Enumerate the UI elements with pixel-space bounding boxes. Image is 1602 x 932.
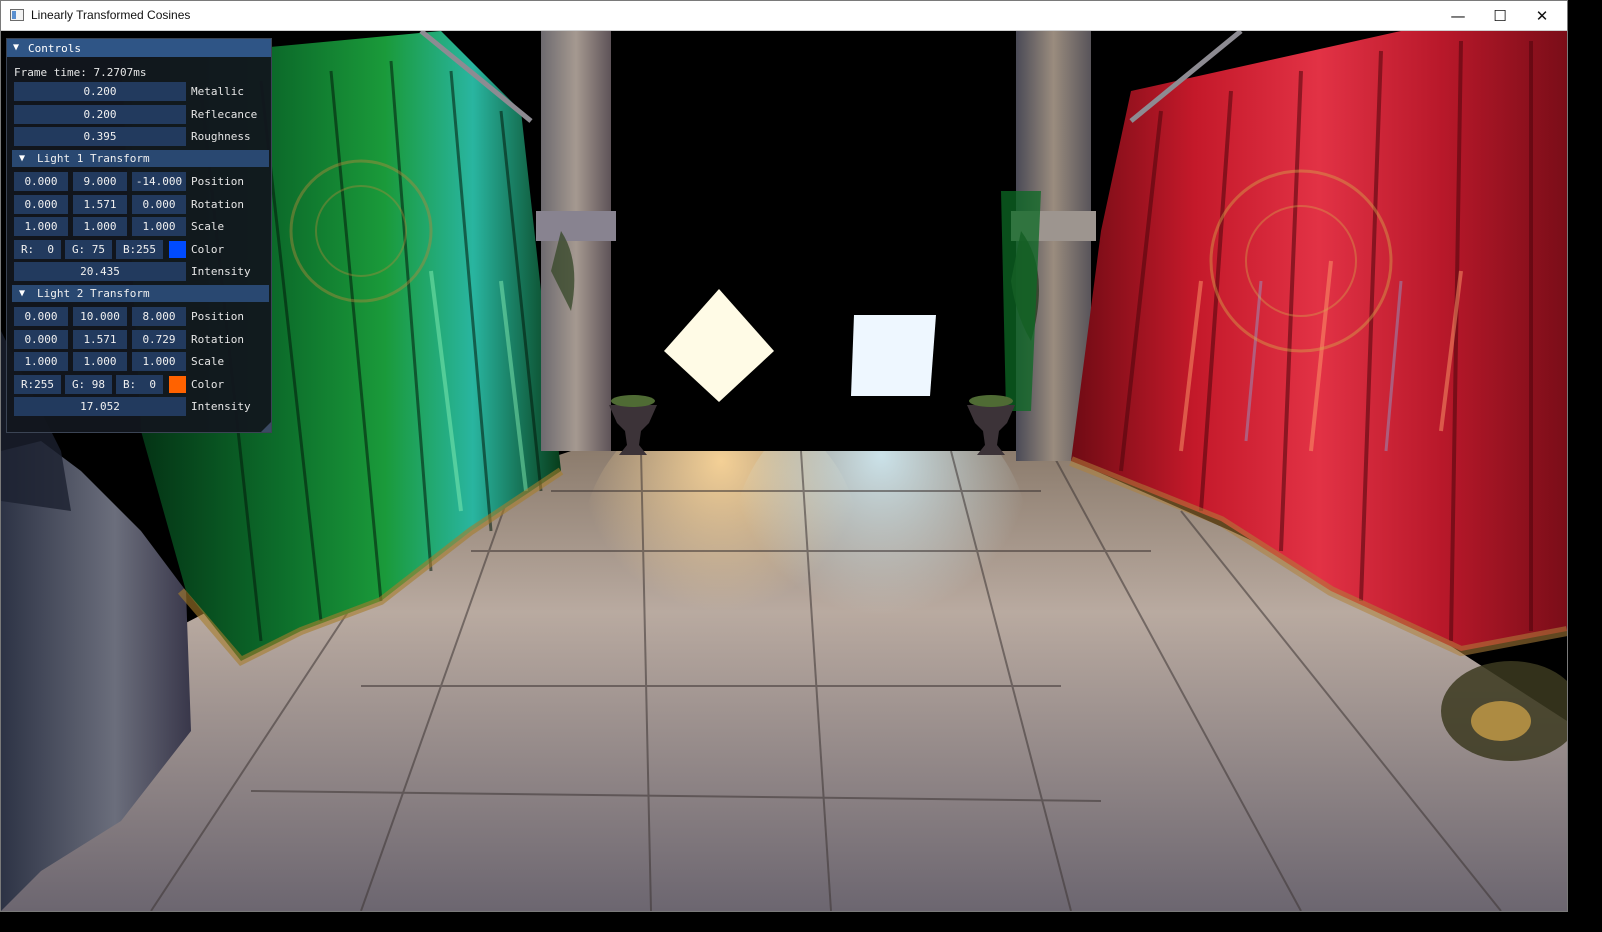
light-1-color-g[interactable]: G: 75 — [65, 240, 112, 259]
light-1-color-r[interactable]: R: 0 — [14, 240, 61, 259]
reflectance-label: Reflecance — [191, 108, 258, 121]
light-1-transform-header[interactable]: ▼ Light 1 Transform — [12, 150, 269, 167]
light-1-position-label: Position — [191, 175, 244, 188]
light-2-rotation-label: Rotation — [191, 333, 244, 346]
light-1-intensity-label: Intensity — [191, 265, 251, 278]
reflectance-field[interactable]: 0.200 — [14, 105, 186, 124]
light-2-position-z[interactable]: 8.000 — [132, 307, 186, 326]
collapse-triangle-icon[interactable]: ▼ — [13, 42, 19, 53]
roughness-label: Roughness — [191, 130, 251, 143]
light-2-rotation-x[interactable]: 0.000 — [14, 330, 68, 349]
light-2-transform-header[interactable]: ▼ Light 2 Transform — [12, 285, 269, 302]
window-title: Linearly Transformed Cosines — [31, 8, 191, 22]
light-1-position-y[interactable]: 9.000 — [73, 172, 127, 191]
controls-title: Controls — [28, 42, 81, 55]
light-2-intensity-label: Intensity — [191, 400, 251, 413]
light-2-header-label: Light 2 Transform — [37, 287, 150, 300]
metallic-label: Metallic — [191, 85, 244, 98]
collapse-triangle-icon[interactable]: ▼ — [19, 288, 25, 299]
light-2-scale-x[interactable]: 1.000 — [14, 352, 68, 371]
light-2-position-x[interactable]: 0.000 — [14, 307, 68, 326]
app-window: Linearly Transformed Cosines — ☐ ✕ ▼ Con… — [0, 0, 1568, 912]
light-2-color-swatch[interactable] — [169, 376, 186, 393]
metallic-field[interactable]: 0.200 — [14, 82, 186, 101]
light-2-color-r[interactable]: R:255 — [14, 375, 61, 394]
controls-title-bar[interactable]: ▼ Controls — [7, 39, 271, 57]
light-2-color-label: Color — [191, 378, 225, 391]
title-bar[interactable]: Linearly Transformed Cosines — ☐ ✕ — [1, 1, 1567, 31]
light-1-color-b[interactable]: B:255 — [116, 240, 163, 259]
light-2-scale-label: Scale — [191, 355, 225, 368]
light-2-scale-y[interactable]: 1.000 — [73, 352, 127, 371]
light-1-rotation-x[interactable]: 0.000 — [14, 195, 68, 214]
light-1-rotation-y[interactable]: 1.571 — [73, 195, 127, 214]
frame-time-text: Frame time: 7.2707ms — [14, 66, 147, 79]
roughness-field[interactable]: 0.395 — [14, 127, 186, 146]
light-2-rotation-z[interactable]: 0.729 — [132, 330, 186, 349]
controls-panel[interactable]: ▼ Controls Frame time: 7.2707ms 0.200 Me… — [6, 38, 272, 433]
light-2-position-y[interactable]: 10.000 — [73, 307, 127, 326]
collapse-triangle-icon[interactable]: ▼ — [19, 153, 25, 164]
maximize-button[interactable]: ☐ — [1477, 1, 1523, 31]
light-2-quad — [851, 315, 936, 396]
app-icon — [10, 9, 24, 21]
light-2-scale-z[interactable]: 1.000 — [132, 352, 186, 371]
light-1-intensity-field[interactable]: 20.435 — [14, 262, 186, 281]
light-1-scale-x[interactable]: 1.000 — [14, 217, 68, 236]
light-1-header-label: Light 1 Transform — [37, 152, 150, 165]
light-1-rotation-z[interactable]: 0.000 — [132, 195, 186, 214]
light-2-color-b[interactable]: B: 0 — [116, 375, 163, 394]
light-1-position-x[interactable]: 0.000 — [14, 172, 68, 191]
light-1-rotation-label: Rotation — [191, 198, 244, 211]
light-2-rotation-y[interactable]: 1.571 — [73, 330, 127, 349]
panel-resize-grip[interactable] — [261, 422, 271, 432]
light-1-scale-z[interactable]: 1.000 — [132, 217, 186, 236]
light-2-intensity-field[interactable]: 17.052 — [14, 397, 186, 416]
light-2-position-label: Position — [191, 310, 244, 323]
light-2-color-g[interactable]: G: 98 — [65, 375, 112, 394]
light-1-scale-y[interactable]: 1.000 — [73, 217, 127, 236]
light-1-color-label: Color — [191, 243, 225, 256]
light-1-color-swatch[interactable] — [169, 241, 186, 258]
minimize-button[interactable]: — — [1435, 1, 1481, 31]
light-1-scale-label: Scale — [191, 220, 225, 233]
light-1-position-z[interactable]: -14.000 — [132, 172, 186, 191]
close-button[interactable]: ✕ — [1519, 1, 1565, 31]
